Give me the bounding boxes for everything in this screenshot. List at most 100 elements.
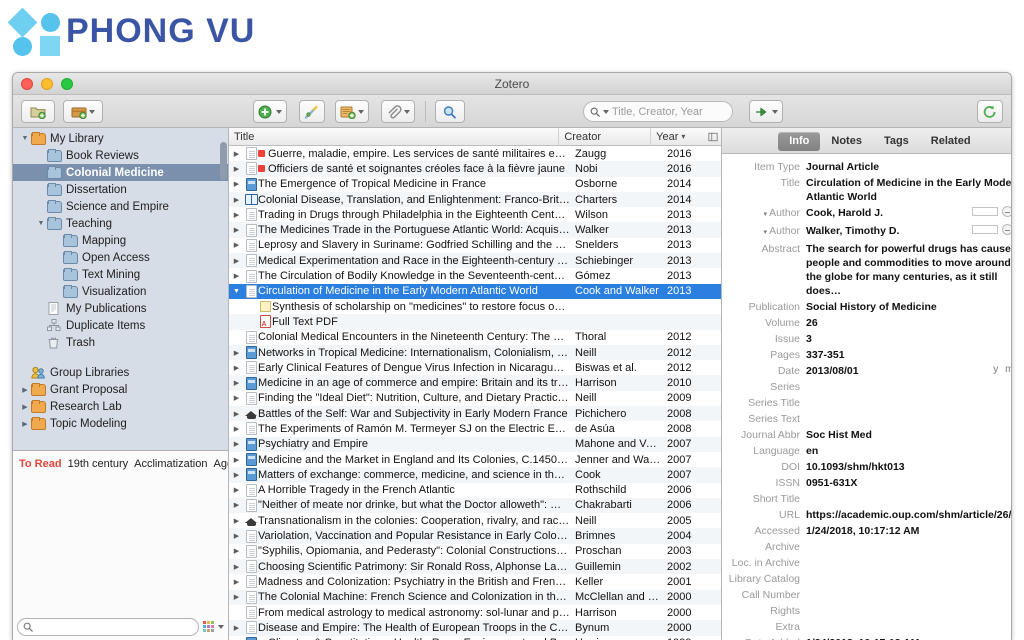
chevron-right-icon[interactable]: ▶ [229, 410, 244, 418]
chevron-down-icon[interactable]: ▼ [35, 220, 47, 227]
info-field-value[interactable]: en [806, 444, 1011, 458]
info-field-value[interactable]: 10.1093/shm/hkt013 [806, 460, 1011, 474]
remove-author-button[interactable] [1001, 224, 1011, 235]
chevron-down-icon[interactable] [603, 109, 609, 114]
table-row[interactable]: ▶ Networks in Tropical Medicine: Internat… [229, 344, 721, 361]
tag-item[interactable]: Acclimatization [134, 458, 207, 470]
chevron-right-icon[interactable]: ▶ [229, 547, 244, 555]
chevron-right-icon[interactable]: ▶ [229, 425, 244, 433]
chevron-right-icon[interactable]: ▶ [229, 456, 244, 464]
column-picker-button[interactable] [699, 128, 721, 146]
info-field-label[interactable]: ▾ Author [722, 224, 806, 240]
sidebar-item-colonial-medicine[interactable]: Colonial Medicine [13, 164, 228, 181]
table-row[interactable]: ▶ Matters of exchange: commerce, medicine… [229, 467, 721, 483]
maximize-window-button[interactable] [61, 78, 73, 90]
search-input[interactable]: Title, Creator, Year [583, 101, 733, 122]
info-field-value[interactable]: Soc Hist Med [806, 428, 1011, 442]
chevron-down-icon[interactable]: ▾ [764, 229, 768, 236]
chevron-right-icon[interactable]: ▶ [229, 379, 244, 387]
chevron-right-icon[interactable]: ▶ [229, 364, 244, 372]
sidebar-item-mapping[interactable]: Mapping [13, 232, 228, 249]
info-field-value[interactable]: 2013/08/01 [806, 364, 993, 378]
info-field-value[interactable]: Cook, Harold J. [806, 206, 972, 220]
new-group-library-button[interactable] [63, 100, 103, 123]
table-row[interactable]: ▶ Colonial Disease, Translation, and Enli… [229, 191, 721, 208]
sidebar-item-text-mining[interactable]: Text Mining [13, 266, 228, 283]
table-row[interactable]: ▶ Variolation, Vaccination and Popular Re… [229, 528, 721, 544]
tag-cloud[interactable]: To Read19th centuryAcclimatizationAgedAp… [13, 451, 228, 616]
chevron-right-icon[interactable]: ▶ [229, 501, 244, 509]
tab-tags[interactable]: Tags [873, 132, 920, 151]
chevron-right-icon[interactable]: ▶ [19, 403, 31, 411]
chevron-right-icon[interactable]: ▶ [229, 180, 244, 188]
column-header-creator[interactable]: Creator [559, 127, 652, 146]
sidebar-item-grant-proposal[interactable]: ▶ Grant Proposal [13, 381, 228, 398]
table-row[interactable]: ▶ Guerre, maladie, empire. Les services d… [229, 146, 721, 161]
chevron-right-icon[interactable]: ▶ [229, 578, 244, 586]
new-collection-button[interactable] [21, 100, 55, 123]
tab-info[interactable]: Info [778, 132, 821, 151]
table-row[interactable]: ▶ Choosing Scientific Patrimony: Sir Rona… [229, 559, 721, 575]
chevron-right-icon[interactable]: ▶ [229, 349, 244, 357]
sidebar-item-trash[interactable]: Trash [13, 334, 228, 351]
table-row[interactable]: ▶ "Syphilis, Opiomania, and Pederasty": C… [229, 544, 721, 559]
table-row[interactable]: ▼ Circulation of Medicine in the Early Mo… [229, 283, 721, 299]
tag-search-input[interactable] [17, 617, 199, 636]
sync-button[interactable] [977, 100, 1003, 123]
chevron-right-icon[interactable]: ▶ [19, 420, 31, 428]
info-field-value[interactable]: Journal Article [806, 160, 1011, 174]
table-row[interactable]: ▶ The Experiments of Ramón M. Termeyer SJ… [229, 421, 721, 436]
add-attachment-button[interactable] [381, 100, 415, 123]
table-row[interactable]: ▶ Medicine in an age of commerce and empi… [229, 375, 721, 391]
info-field-value[interactable]: Walker, Timothy D. [806, 224, 972, 238]
chevron-right-icon[interactable]: ▶ [229, 150, 244, 158]
collections-scrollbar[interactable] [220, 142, 227, 180]
chevron-right-icon[interactable]: ▶ [229, 486, 244, 494]
table-row[interactable]: ▶ Leprosy and Slavery in Suriname: Godfri… [229, 238, 721, 253]
tag-item[interactable]: Aged [213, 458, 228, 470]
chevron-down-icon[interactable]: ▾ [764, 211, 768, 218]
table-row[interactable]: ▶ "Neither of meate nor drinke, but what … [229, 497, 721, 514]
chevron-right-icon[interactable]: ▶ [229, 211, 244, 219]
minimize-window-button[interactable] [41, 78, 53, 90]
table-row[interactable]: ▶ Finding the "Ideal Diet": Nutrition, Cu… [229, 391, 721, 406]
table-row[interactable]: From medical astrology to medical astron… [229, 605, 721, 620]
table-row[interactable]: ▶ Disease and Empire: The Health of Europ… [229, 620, 721, 636]
advanced-search-button[interactable] [435, 100, 465, 123]
chevron-down-icon[interactable]: ▼ [19, 135, 31, 142]
sidebar-item-duplicate-items[interactable]: Duplicate Items [13, 317, 228, 334]
chevron-right-icon[interactable]: ▶ [229, 624, 244, 632]
chevron-right-icon[interactable]: ▶ [229, 593, 244, 601]
chevron-right-icon[interactable]: ▶ [229, 532, 244, 540]
sidebar-item-group-libraries[interactable]: Group Libraries [13, 364, 228, 381]
table-row[interactable]: ▶ A Horrible Tragedy in the French Atlant… [229, 483, 721, 498]
chevron-right-icon[interactable]: ▶ [229, 257, 244, 265]
info-field-value[interactable]: Circulation of Medicine in the Early Mod… [806, 176, 1011, 204]
info-field-value[interactable]: 1/24/2018, 10:17:12 AM [806, 524, 1011, 538]
chevron-right-icon[interactable]: ▶ [229, 517, 244, 525]
info-field-value[interactable]: 26 [806, 316, 1011, 330]
info-field-value[interactable]: https://academic.oup.com/shm/article/26/… [806, 508, 1011, 522]
sidebar-item-research-lab[interactable]: ▶ Research Lab [13, 398, 228, 415]
chevron-right-icon[interactable]: ▶ [19, 386, 31, 394]
table-row[interactable]: ▶ Battles of the Self: War and Subjectivi… [229, 406, 721, 422]
column-header-title[interactable]: Title [229, 127, 560, 146]
info-field-value[interactable]: 337-351 [806, 348, 1011, 362]
table-row[interactable]: ▶ Transnationalism in the colonies: Coope… [229, 513, 721, 528]
chevron-down-icon[interactable]: ▼ [229, 288, 244, 295]
table-row[interactable]: ▶ The Emergence of Tropical Medicine in F… [229, 177, 721, 192]
table-row[interactable]: ▶ Psychiatry and Empire Mahone and Vaughan… [229, 436, 721, 452]
chevron-right-icon[interactable]: ▶ [229, 226, 244, 234]
chevron-right-icon[interactable]: ▶ [229, 563, 244, 571]
chevron-down-icon[interactable] [218, 624, 224, 629]
info-field-value[interactable]: 0951-631X [806, 476, 1011, 490]
sidebar-item-science-and-empire[interactable]: Science and Empire [13, 198, 228, 215]
sidebar-item-teaching[interactable]: ▼ Teaching [13, 215, 228, 232]
chevron-right-icon[interactable]: ▶ [229, 196, 244, 204]
column-header-year[interactable]: Year ▾ [651, 128, 699, 146]
table-row[interactable]: ▶ Early Clinical Features of Dengue Virus… [229, 360, 721, 375]
chevron-right-icon[interactable]: ▶ [229, 165, 244, 173]
new-item-button[interactable] [253, 100, 287, 123]
chevron-right-icon[interactable]: ▶ [229, 471, 244, 479]
table-row[interactable]: ▶ The Colonial Machine: French Science an… [229, 589, 721, 605]
